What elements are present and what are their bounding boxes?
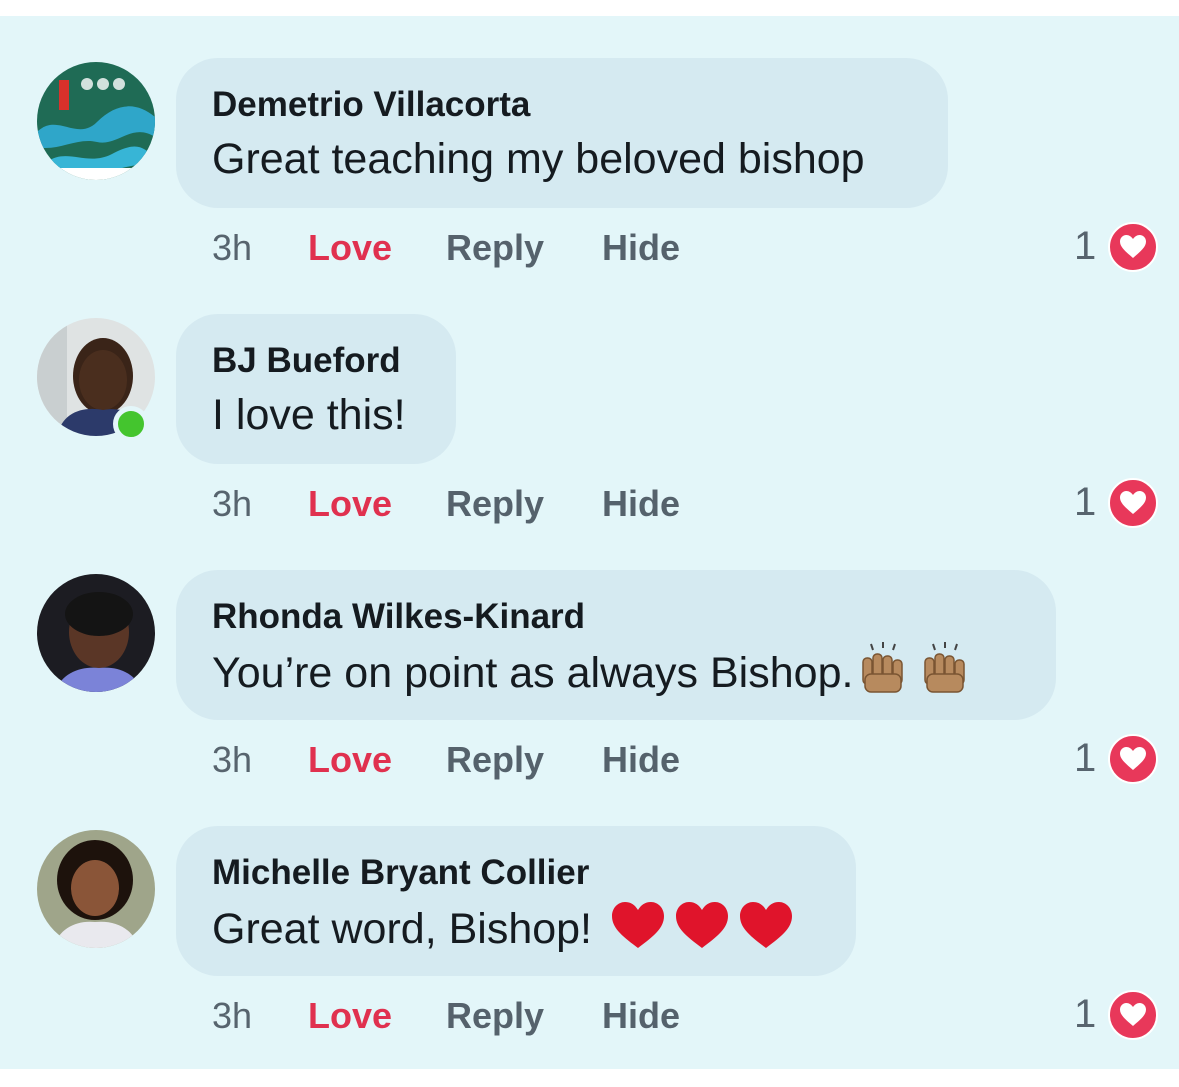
comment-bubble: BJ Bueford I love this! — [176, 314, 456, 464]
profile-photo-image — [37, 830, 155, 948]
commenter-name[interactable]: Rhonda Wilkes-Kinard — [212, 596, 1020, 638]
hide-button[interactable]: Hide — [602, 994, 680, 1038]
comment-text: I love this! — [212, 391, 406, 439]
reply-button[interactable]: Reply — [446, 994, 544, 1038]
comment-bubble: Michelle Bryant Collier Great word, Bish… — [176, 826, 856, 976]
profile-photo-image — [37, 574, 155, 692]
comment-bubble: Rhonda Wilkes-Kinard You’re on point as … — [176, 570, 1056, 720]
online-status-indicator — [113, 406, 149, 442]
love-reaction-icon — [1108, 990, 1158, 1040]
timestamp[interactable]: 3h — [212, 994, 252, 1038]
comment-text: Great word, Bishop! — [212, 898, 820, 965]
commenter-name[interactable]: Michelle Bryant Collier — [212, 852, 820, 894]
avatar[interactable] — [37, 830, 155, 948]
commenter-name[interactable]: BJ Bueford — [212, 340, 420, 382]
comment-text: Great teaching my beloved bishop — [212, 135, 865, 183]
comment: BJ Bueford I love this! 3h Love Reply Hi… — [0, 256, 1179, 528]
comment-bubble: Demetrio Villacorta Great teaching my be… — [176, 58, 948, 208]
love-button[interactable]: Love — [308, 994, 392, 1038]
commenter-name[interactable]: Demetrio Villacorta — [212, 84, 912, 126]
raising-hands-icon — [857, 642, 977, 709]
amazon-king-logo-image — [37, 62, 155, 180]
reaction-count: 1 — [1074, 992, 1097, 1036]
comment: Michelle Bryant Collier Great word, Bish… — [0, 768, 1179, 1040]
avatar[interactable] — [37, 574, 155, 692]
comment: Demetrio Villacorta Great teaching my be… — [0, 0, 1179, 272]
comment-text-body: You’re on point as always Bishop. — [212, 648, 854, 697]
comment: Rhonda Wilkes-Kinard You’re on point as … — [0, 512, 1179, 784]
comment-text-body: Great word, Bishop! — [212, 904, 593, 953]
red-heart-icon — [610, 898, 794, 965]
comment-text: You’re on point as always Bishop. — [212, 642, 1020, 709]
bottom-divider — [0, 1069, 1179, 1087]
avatar[interactable] — [37, 62, 155, 180]
